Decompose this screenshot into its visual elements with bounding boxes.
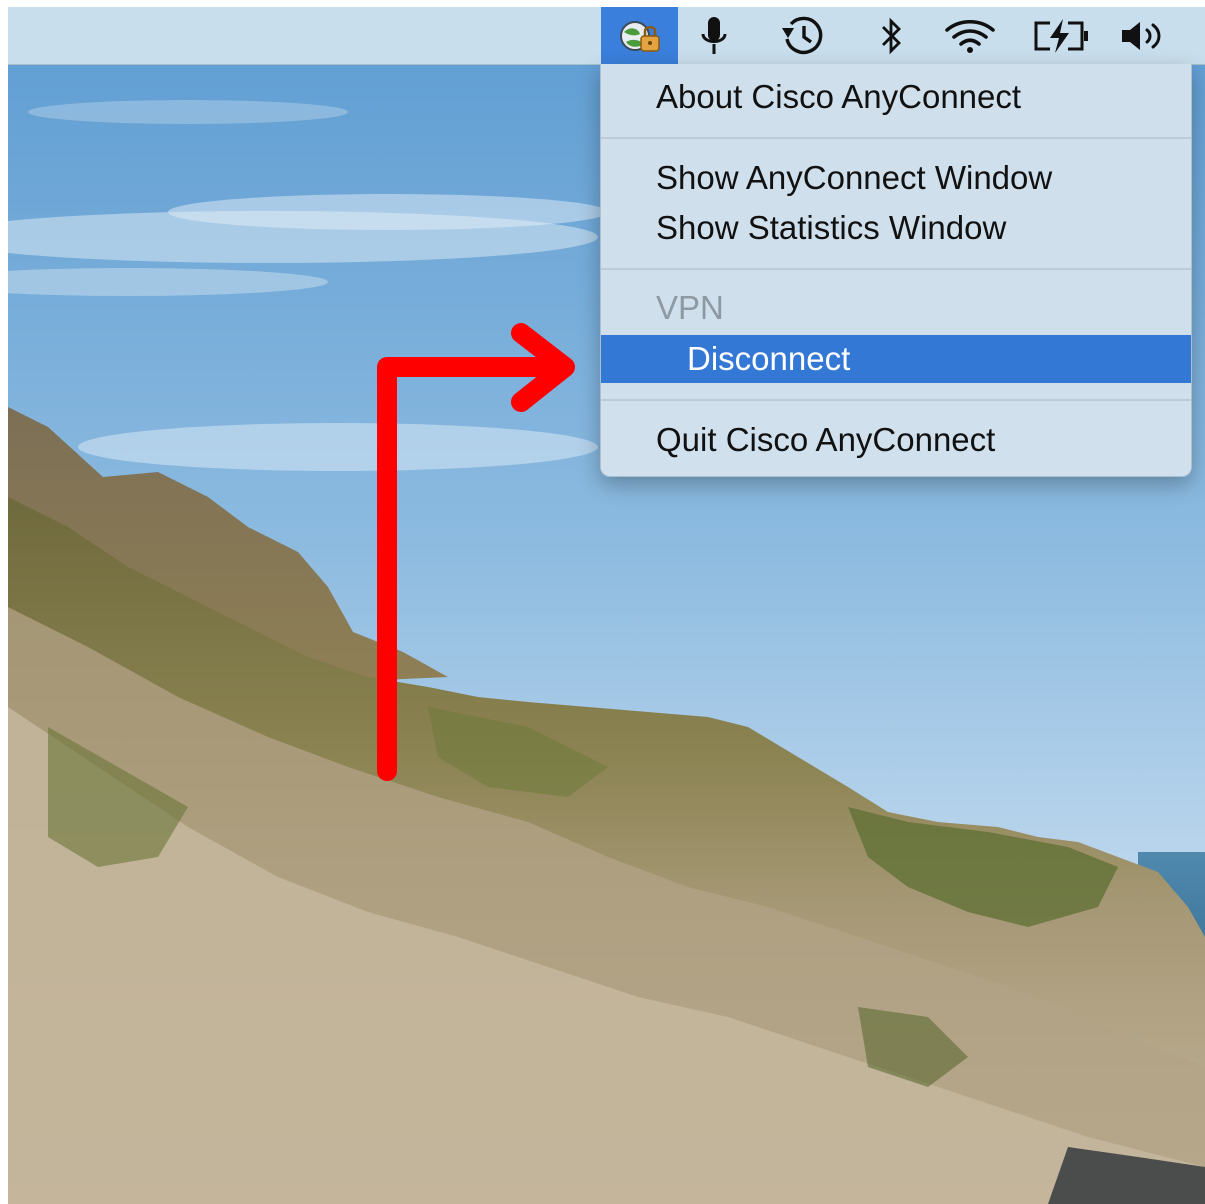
screen: About Cisco AnyConnect Show AnyConnect W… xyxy=(8,7,1205,1204)
annotation-arrow xyxy=(377,323,575,781)
